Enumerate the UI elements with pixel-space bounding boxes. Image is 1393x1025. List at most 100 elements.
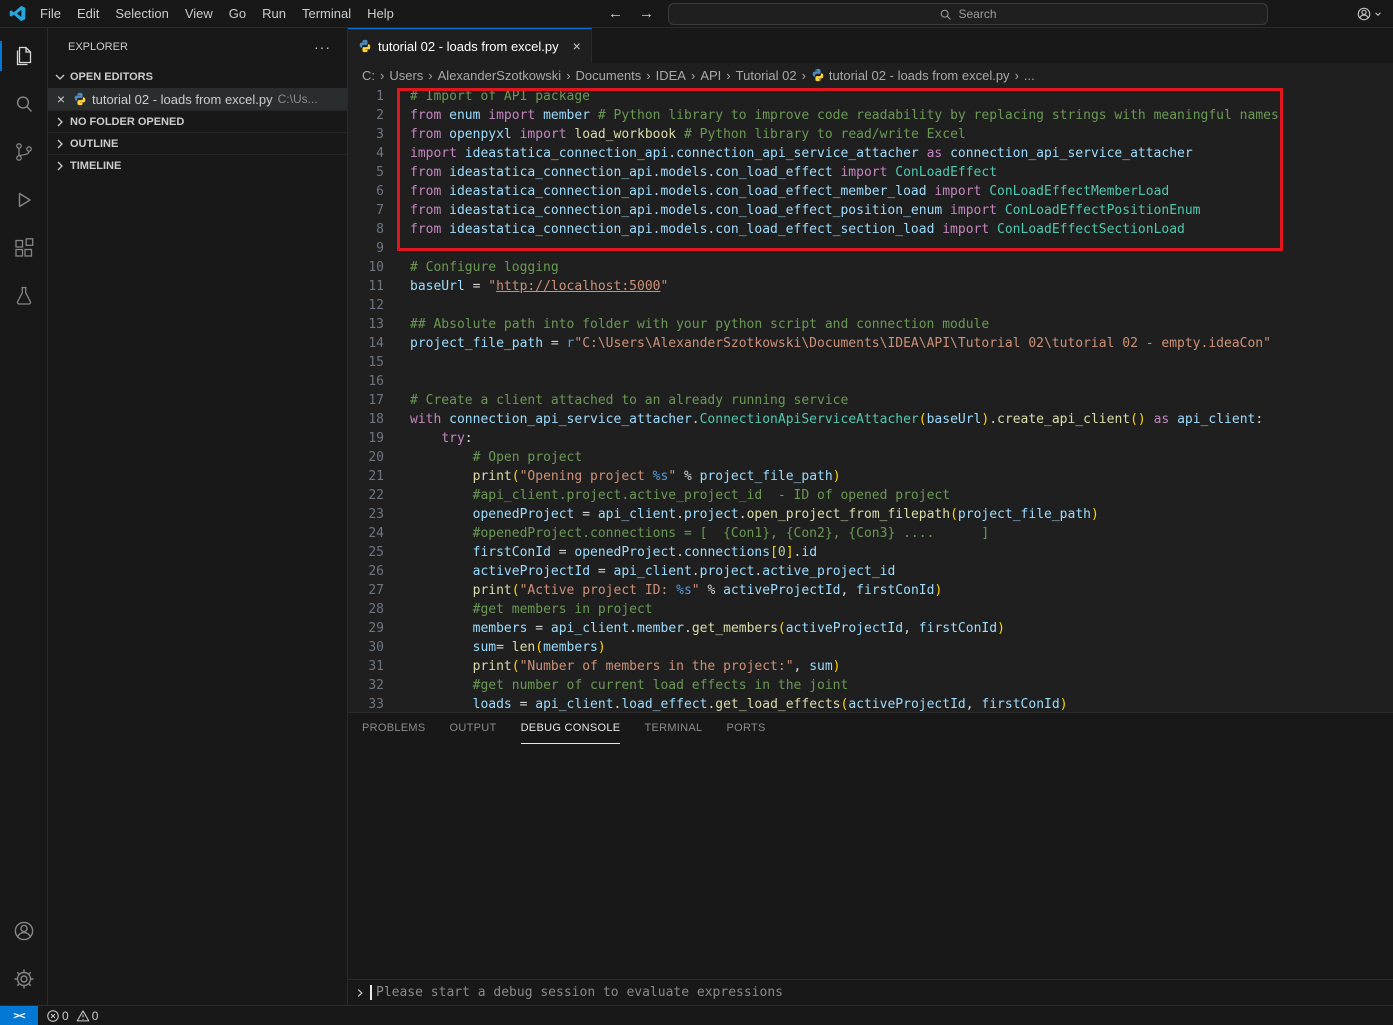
menu-help[interactable]: Help [359, 0, 402, 27]
code-line-20[interactable]: 20 # Open project [348, 448, 1393, 467]
line-number[interactable]: 21 [348, 467, 410, 486]
line-number[interactable]: 28 [348, 600, 410, 619]
breadcrumb-item[interactable]: Documents [576, 68, 642, 83]
code-line-21[interactable]: 21 print("Opening project %s" % project_… [348, 467, 1393, 486]
code-line-32[interactable]: 32 #get number of current load effects i… [348, 676, 1393, 695]
line-number[interactable]: 26 [348, 562, 410, 581]
line-number[interactable]: 32 [348, 676, 410, 695]
line-number[interactable]: 4 [348, 144, 410, 163]
line-number[interactable]: 6 [348, 182, 410, 201]
code-line-31[interactable]: 31 print("Number of members in the proje… [348, 657, 1393, 676]
section-no-folder-opened[interactable]: NO FOLDER OPENED [48, 110, 347, 132]
activity-explorer[interactable] [0, 32, 48, 80]
activity-search[interactable] [0, 80, 48, 128]
activity-extensions[interactable] [0, 224, 48, 272]
code-line-11[interactable]: 11baseUrl = "http://localhost:5000" [348, 277, 1393, 296]
breadcrumb-item[interactable]: ... [1024, 68, 1035, 83]
menu-terminal[interactable]: Terminal [294, 0, 359, 27]
code-line-6[interactable]: 6from ideastatica_connection_api.models.… [348, 182, 1393, 201]
line-number[interactable]: 9 [348, 239, 410, 258]
code-line-14[interactable]: 14project_file_path = r"C:\Users\Alexand… [348, 334, 1393, 353]
code-line-16[interactable]: 16 [348, 372, 1393, 391]
line-number[interactable]: 30 [348, 638, 410, 657]
code-line-9[interactable]: 9 [348, 239, 1393, 258]
line-number[interactable]: 1 [348, 87, 410, 106]
section-timeline[interactable]: TIMELINE [48, 154, 347, 176]
code-line-5[interactable]: 5from ideastatica_connection_api.models.… [348, 163, 1393, 182]
code-line-25[interactable]: 25 firstConId = openedProject.connection… [348, 543, 1393, 562]
forward-arrow-icon[interactable]: → [639, 5, 654, 22]
line-number[interactable]: 16 [348, 372, 410, 391]
line-number[interactable]: 13 [348, 315, 410, 334]
line-number[interactable]: 10 [348, 258, 410, 277]
line-number[interactable]: 24 [348, 524, 410, 543]
code-line-24[interactable]: 24 #openedProject.connections = [ {Con1}… [348, 524, 1393, 543]
panel-tab-terminal[interactable]: TERMINAL [644, 713, 702, 744]
accounts-menu[interactable] [1356, 0, 1383, 27]
line-number[interactable]: 2 [348, 106, 410, 125]
remote-indicator[interactable]: >< [0, 1006, 38, 1025]
close-icon[interactable]: × [573, 38, 581, 54]
code-line-29[interactable]: 29 members = api_client.member.get_membe… [348, 619, 1393, 638]
close-icon[interactable]: × [54, 91, 68, 107]
line-number[interactable]: 29 [348, 619, 410, 638]
activity-accounts[interactable] [0, 907, 48, 955]
code-line-33[interactable]: 33 loads = api_client.load_effect.get_lo… [348, 695, 1393, 712]
breadcrumb-item[interactable]: AlexanderSzotkowski [438, 68, 562, 83]
code-line-27[interactable]: 27 print("Active project ID: %s" % activ… [348, 581, 1393, 600]
code-line-26[interactable]: 26 activeProjectId = api_client.project.… [348, 562, 1393, 581]
breadcrumb-item[interactable]: Users [389, 68, 423, 83]
line-number[interactable]: 11 [348, 277, 410, 296]
panel-tab-output[interactable]: OUTPUT [450, 713, 497, 744]
code-line-2[interactable]: 2from enum import member # Python librar… [348, 106, 1393, 125]
code-line-28[interactable]: 28 #get members in project [348, 600, 1393, 619]
code-line-10[interactable]: 10# Configure logging [348, 258, 1393, 277]
panel-tab-debug-console[interactable]: DEBUG CONSOLE [521, 713, 621, 744]
code-editor[interactable]: 1# Import of API package2from enum impor… [348, 87, 1393, 712]
breadcrumb-item[interactable]: tutorial 02 - loads from excel.py [811, 68, 1010, 83]
code-line-30[interactable]: 30 sum= len(members) [348, 638, 1393, 657]
breadcrumb-item[interactable]: IDEA [656, 68, 686, 83]
line-number[interactable]: 27 [348, 581, 410, 600]
panel-tab-problems[interactable]: PROBLEMS [362, 713, 426, 744]
line-number[interactable]: 17 [348, 391, 410, 410]
code-line-17[interactable]: 17# Create a client attached to an alrea… [348, 391, 1393, 410]
breadcrumb-item[interactable]: API [700, 68, 721, 83]
menu-view[interactable]: View [177, 0, 221, 27]
line-number[interactable]: 5 [348, 163, 410, 182]
line-number[interactable]: 31 [348, 657, 410, 676]
activity-testing[interactable] [0, 272, 48, 320]
code-line-19[interactable]: 19 try: [348, 429, 1393, 448]
menu-run[interactable]: Run [254, 0, 294, 27]
more-actions-icon[interactable]: ··· [314, 39, 331, 55]
menu-edit[interactable]: Edit [69, 0, 107, 27]
activity-source-control[interactable] [0, 128, 48, 176]
line-number[interactable]: 25 [348, 543, 410, 562]
code-line-3[interactable]: 3from openpyxl import load_workbook # Py… [348, 125, 1393, 144]
line-number[interactable]: 18 [348, 410, 410, 429]
line-number[interactable]: 23 [348, 505, 410, 524]
menu-go[interactable]: Go [221, 0, 254, 27]
debug-console-output[interactable] [348, 744, 1393, 979]
code-line-8[interactable]: 8from ideastatica_connection_api.models.… [348, 220, 1393, 239]
code-line-12[interactable]: 12 [348, 296, 1393, 315]
line-number[interactable]: 19 [348, 429, 410, 448]
line-number[interactable]: 20 [348, 448, 410, 467]
code-line-7[interactable]: 7from ideastatica_connection_api.models.… [348, 201, 1393, 220]
menu-selection[interactable]: Selection [107, 0, 176, 27]
breadcrumb-item[interactable]: C: [362, 68, 375, 83]
code-line-4[interactable]: 4import ideastatica_connection_api.conne… [348, 144, 1393, 163]
line-number[interactable]: 14 [348, 334, 410, 353]
back-arrow-icon[interactable]: ← [608, 5, 623, 22]
line-number[interactable]: 8 [348, 220, 410, 239]
line-number[interactable]: 12 [348, 296, 410, 315]
section-outline[interactable]: OUTLINE [48, 132, 347, 154]
line-number[interactable]: 33 [348, 695, 410, 712]
line-number[interactable]: 7 [348, 201, 410, 220]
problems-status[interactable]: 0 0 [38, 1006, 111, 1025]
code-line-22[interactable]: 22 #api_client.project.active_project_id… [348, 486, 1393, 505]
code-line-13[interactable]: 13## Absolute path into folder with your… [348, 315, 1393, 334]
tab-file[interactable]: tutorial 02 - loads from excel.py × [348, 28, 592, 63]
activity-settings[interactable] [0, 955, 48, 1003]
line-number[interactable]: 3 [348, 125, 410, 144]
